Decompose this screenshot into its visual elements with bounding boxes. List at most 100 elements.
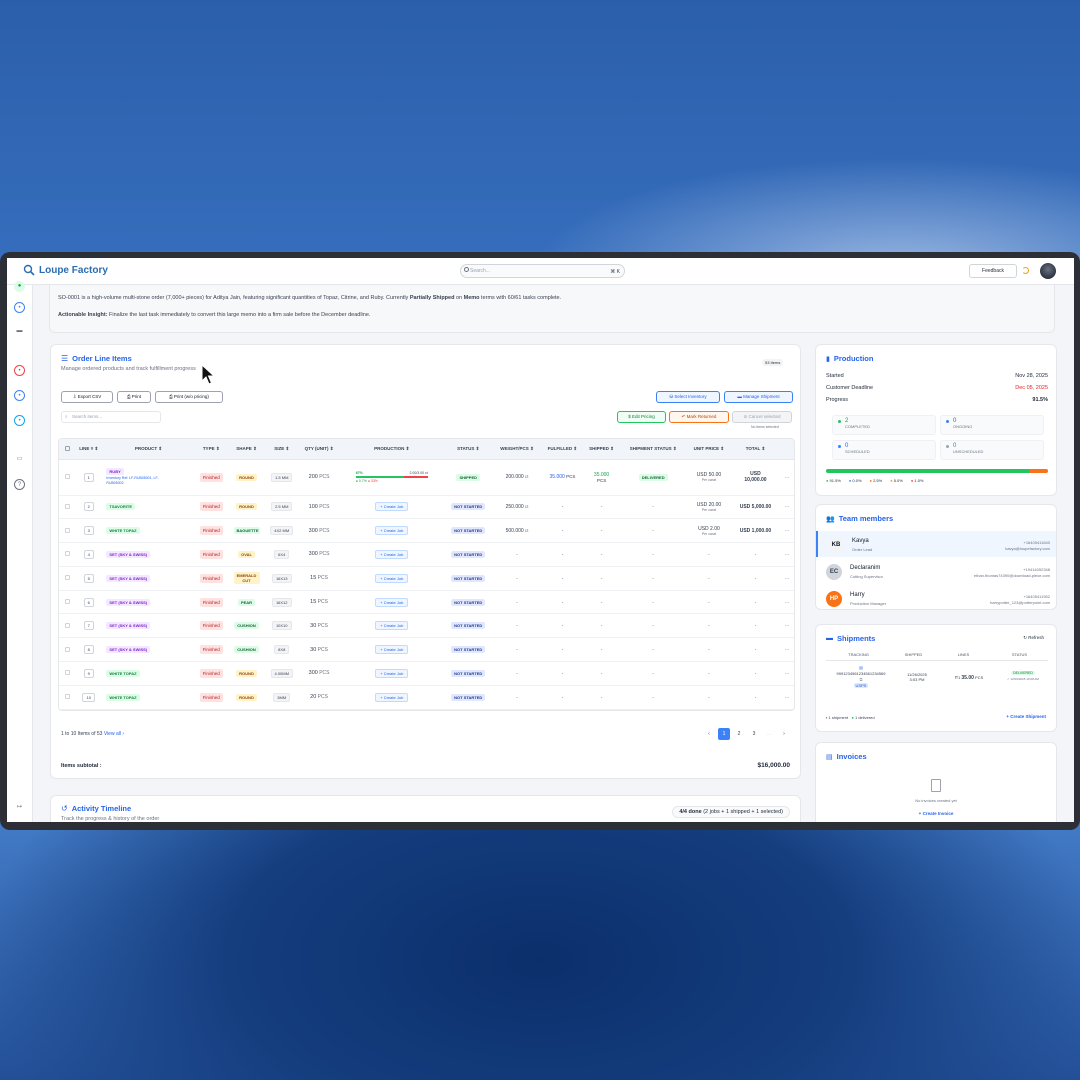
cancel-selected-button[interactable]: ⊘ Cancel selected xyxy=(732,411,792,423)
row-menu-button[interactable]: ··· xyxy=(780,459,794,496)
column-header[interactable]: WEIGHT/PCS ⇕ xyxy=(492,439,542,460)
manage-shipment-button[interactable]: ▬ Manage Shipment xyxy=(724,391,793,403)
view-all-link[interactable]: View all › xyxy=(104,731,124,737)
feedback-button[interactable]: Feedback xyxy=(969,264,1017,278)
line-number-badge: 7 xyxy=(83,621,94,631)
row-checkbox[interactable] xyxy=(59,590,75,615)
items-search-input[interactable]: ⌕ Search items... xyxy=(61,411,161,423)
row-menu-button[interactable]: ··· xyxy=(780,518,794,544)
create-job-button[interactable]: + Create Job xyxy=(375,526,409,536)
row-menu-button[interactable]: ··· xyxy=(780,542,794,567)
column-header[interactable]: PRODUCT ⇕ xyxy=(102,439,195,460)
table-row[interactable]: 2 TSAVORITE Finished ROUND 2.5 MM 100 PCS + Cr… xyxy=(59,495,794,520)
brand[interactable]: Loupe Factory xyxy=(23,264,108,276)
dashboard-icon[interactable]: ● xyxy=(14,281,25,292)
orders-icon[interactable]: • xyxy=(14,302,25,313)
row-checkbox[interactable] xyxy=(59,613,75,639)
search-nav-icon[interactable]: • xyxy=(14,365,25,376)
row-menu-button[interactable]: ··· xyxy=(780,613,794,639)
column-header[interactable]: PRODUCTION ⇕ xyxy=(339,439,444,460)
select-inventory-button[interactable]: ⛁ Select Inventory xyxy=(656,391,720,403)
column-header[interactable]: QTY (UNIT) ⇕ xyxy=(298,439,340,460)
help-icon[interactable]: ? xyxy=(14,479,25,490)
theme-toggle-icon[interactable] xyxy=(1022,267,1029,274)
print-button[interactable]: ⎙ Print xyxy=(117,391,151,403)
page-3-button[interactable]: 3 xyxy=(748,728,760,740)
column-header[interactable]: SHIPMENT STATUS ⇕ xyxy=(619,439,687,460)
edit-pricing-button[interactable]: $ Edit Pricing xyxy=(617,411,666,423)
settings-icon[interactable]: • xyxy=(14,390,25,401)
row-menu-button[interactable]: ··· xyxy=(780,495,794,520)
column-header[interactable]: LINE # ⇕ xyxy=(75,439,103,460)
create-job-button[interactable]: + Create Job xyxy=(375,573,409,583)
refresh-button[interactable]: ↻ Refresh xyxy=(1023,635,1044,641)
create-job-button[interactable]: + Create Job xyxy=(375,645,409,655)
table-row[interactable]: 5 SET (SKY & SWISS) Finished EMERALD CUT 16X… xyxy=(59,566,794,591)
user-avatar[interactable] xyxy=(1040,263,1056,279)
create-job-button[interactable]: + Create Job xyxy=(375,692,409,702)
team-member[interactable]: EC Declaranim Cutting Supervisor +194140523… xyxy=(816,558,1056,584)
table-row[interactable]: 1 RUBY Inventory Ref: LF-RUB05001, LF-RUB0… xyxy=(59,459,794,496)
table-row[interactable]: 7 SET (SKY & SWISS) Finished CUSHION 10X10 30… xyxy=(59,613,794,639)
column-header[interactable]: SIZE ⇕ xyxy=(265,439,299,460)
create-job-button[interactable]: + Create Job xyxy=(375,597,409,607)
print-without-pricing-button[interactable]: ⎙ Print (w/o pricing) xyxy=(155,391,223,403)
page-2-button[interactable]: 2 xyxy=(733,728,745,740)
row-checkbox[interactable] xyxy=(59,685,75,710)
link-icon[interactable]: • xyxy=(14,415,25,426)
row-menu-button[interactable]: ··· xyxy=(780,637,794,663)
table-row[interactable]: 3 WHITE TOPAZ Finished BAGUETTE 4X2 MM 300 PC… xyxy=(59,518,794,544)
column-header[interactable]: TYPE ⇕ xyxy=(194,439,228,460)
column-header[interactable] xyxy=(59,439,75,460)
table-row[interactable]: 6 SET (SKY & SWISS) Finished PEAR 16X12 15 PC… xyxy=(59,590,794,615)
row-menu-button[interactable]: ··· xyxy=(780,566,794,591)
create-job-button[interactable]: + Create Job xyxy=(375,668,409,678)
collapse-icon[interactable]: ↦ xyxy=(14,802,25,813)
table-row[interactable]: 10 WHITE TOPAZ Finished ROUND 3MM 20 PCS + Cre… xyxy=(59,685,794,710)
book-icon[interactable]: ▭ xyxy=(14,454,25,465)
column-header[interactable]: TOTAL ⇕ xyxy=(730,439,780,460)
shipment-row[interactable]: ▤ 9991234561234561234569 ⧉ USPS 11/26/2025 3… xyxy=(826,665,1048,695)
prev-page-button[interactable]: ‹ xyxy=(703,728,715,740)
create-job-button[interactable]: + Create Job xyxy=(375,502,409,512)
shipment-status-badge: DELIVERED xyxy=(638,473,668,481)
truck-icon[interactable]: ▬ xyxy=(14,326,25,337)
column-header[interactable]: SHIPPED ⇕ xyxy=(583,439,620,460)
shape-cell: PEAR xyxy=(227,590,266,615)
inventory-ref[interactable]: Inventory Ref: LF-RUB05001, LF-RUB05002 xyxy=(106,476,166,486)
row-menu-button[interactable]: ··· xyxy=(780,661,794,686)
row-checkbox[interactable] xyxy=(59,566,75,591)
row-checkbox[interactable] xyxy=(59,459,75,496)
create-shipment-button[interactable]: + Create Shipment xyxy=(1006,714,1046,719)
row-menu-button[interactable]: ··· xyxy=(780,590,794,615)
column-header[interactable]: SHAPE ⇕ xyxy=(227,439,266,460)
table-body: 1 RUBY Inventory Ref: LF-RUB05001, LF-RUB0… xyxy=(59,459,794,710)
page-1-button[interactable]: 1 xyxy=(718,728,730,740)
line-number: 1 xyxy=(75,459,103,496)
create-job-button[interactable]: + Create Job xyxy=(375,621,409,631)
table-row[interactable]: 9 WHITE TOPAZ Finished ROUND 4.00MM 300 PCS + … xyxy=(59,661,794,686)
column-header[interactable]: FULFILLED ⇕ xyxy=(541,439,584,460)
export-csv-button[interactable]: ⇩ Export CSV xyxy=(61,391,113,403)
create-invoice-button[interactable]: + Create Invoice xyxy=(816,811,1056,816)
unit-price-cell: - xyxy=(686,542,731,567)
table-row[interactable]: 8 SET (SKY & SWISS) Finished CUSHION 8X8 30 P… xyxy=(59,637,794,663)
product-cell: WHITE TOPAZ xyxy=(102,518,195,544)
row-checkbox[interactable] xyxy=(59,542,75,567)
team-member[interactable]: KB Kavya Order Lead +16405411640 kavya@loupe… xyxy=(816,531,1056,557)
column-header[interactable]: UNIT PRICE ⇕ xyxy=(686,439,731,460)
mark-returned-button[interactable]: ↶ Mark Returned xyxy=(669,411,729,423)
row-checkbox[interactable] xyxy=(59,661,75,686)
create-job-button[interactable]: + Create Job xyxy=(375,549,409,559)
next-page-button[interactable]: › xyxy=(778,728,790,740)
search-input[interactable]: Search... ⌘ K xyxy=(460,264,625,278)
row-checkbox[interactable] xyxy=(59,495,75,520)
row-menu-button[interactable]: ··· xyxy=(780,685,794,710)
team-member[interactable]: HP Harry Production Manager +16405411952 har… xyxy=(816,585,1056,611)
row-checkbox[interactable] xyxy=(59,637,75,663)
column-header[interactable] xyxy=(780,439,794,460)
column-header[interactable]: STATUS ⇕ xyxy=(443,439,493,460)
row-checkbox[interactable] xyxy=(59,518,75,544)
table-row[interactable]: 4 SET (SKY & SWISS) Finished OVAL 6X4 300 PCS… xyxy=(59,542,794,567)
member-avatar: EC xyxy=(826,564,842,580)
